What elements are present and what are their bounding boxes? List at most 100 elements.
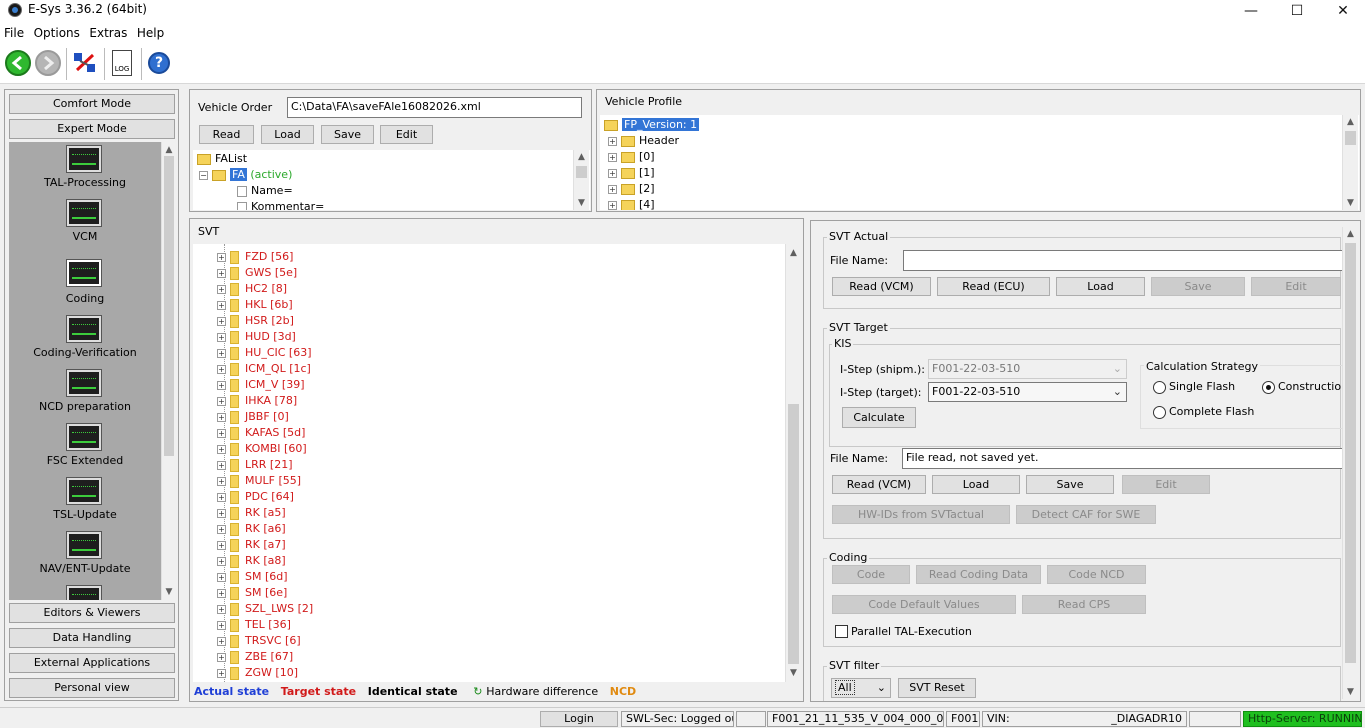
nav-next-item[interactable]	[9, 582, 161, 600]
comfort-mode-button[interactable]: Comfort Mode	[9, 94, 175, 114]
nav-tsl-update[interactable]: TSL-Update	[9, 474, 161, 528]
detect-caf-button[interactable]: Detect CAF for SWE	[1016, 505, 1156, 524]
log-icon[interactable]: LOG	[112, 50, 132, 76]
expand-icon[interactable]: +	[217, 428, 226, 438]
svt-ecu-row[interactable]: + FZD [56]	[217, 250, 293, 266]
menu-options[interactable]: Options	[30, 24, 80, 40]
svt-ecu-row[interactable]: + HC2 [8]	[217, 282, 287, 298]
expand-icon[interactable]: +	[217, 252, 226, 262]
data-handling-button[interactable]: Data Handling	[9, 628, 175, 648]
expand-icon[interactable]: +	[608, 168, 617, 178]
tree-node-0[interactable]: + [0]	[608, 150, 655, 166]
nav-scrollbar[interactable]: ▲ ▼	[161, 142, 176, 600]
complete-flash-radio[interactable]	[1153, 406, 1166, 419]
nav-vcm[interactable]: VCM	[9, 196, 161, 250]
menu-extras[interactable]: Extras	[85, 24, 127, 40]
expand-icon[interactable]: +	[217, 604, 226, 614]
actual-save-button[interactable]: Save	[1151, 277, 1245, 296]
connect-icon[interactable]	[72, 50, 98, 76]
svt-ecu-row[interactable]: + RK [a8]	[217, 554, 286, 570]
profile-scrollbar[interactable]: ▲ ▼	[1342, 115, 1358, 210]
collapse-icon[interactable]: −	[199, 170, 208, 180]
expand-icon[interactable]: +	[217, 540, 226, 550]
code-default-values-button[interactable]: Code Default Values	[832, 595, 1016, 614]
expand-icon[interactable]: +	[217, 588, 226, 598]
svt-ecu-row[interactable]: + SZL_LWS [2]	[217, 602, 313, 618]
svt-ecu-row[interactable]: + MULF [55]	[217, 474, 301, 490]
expand-icon[interactable]: +	[217, 300, 226, 310]
svt-ecu-row[interactable]: + ZBE [67]	[217, 650, 293, 666]
close-button[interactable]: ✕	[1320, 0, 1365, 24]
svt-ecu-row[interactable]: + ICM_QL [1c]	[217, 362, 311, 378]
personal-view-button[interactable]: Personal view	[9, 678, 175, 698]
vo-save-button[interactable]: Save	[321, 125, 374, 144]
expand-icon[interactable]: +	[217, 268, 226, 278]
expand-icon[interactable]: +	[217, 652, 226, 662]
nav-coding[interactable]: Coding	[9, 250, 161, 312]
back-icon[interactable]	[5, 50, 31, 76]
vo-load-button[interactable]: Load	[261, 125, 314, 144]
menu-file[interactable]: File	[0, 24, 24, 40]
svt-ecu-row[interactable]: + KAFAS [5d]	[217, 426, 305, 442]
tree-node-fp-version[interactable]: FP_Version: 1	[604, 118, 700, 134]
tree-node-header[interactable]: + Header	[608, 134, 679, 150]
expand-icon[interactable]: +	[217, 556, 226, 566]
svt-ecu-row[interactable]: + KOMBI [60]	[217, 442, 307, 458]
expand-icon[interactable]: +	[217, 332, 226, 342]
target-read-vcm-button[interactable]: Read (VCM)	[832, 475, 926, 494]
parallel-tal-checkbox[interactable]	[835, 625, 848, 638]
menu-help[interactable]: Help	[133, 24, 164, 40]
svt-ecu-row[interactable]: + TRSVC [6]	[217, 634, 301, 650]
expand-icon[interactable]: +	[217, 348, 226, 358]
svt-ecu-row[interactable]: + GWS [5e]	[217, 266, 297, 282]
maximize-button[interactable]: ☐	[1274, 0, 1320, 24]
tree-node-fa[interactable]: − FA (active)	[199, 168, 292, 184]
istep-target-select[interactable]: F001-22-03-510 ⌄	[928, 382, 1127, 402]
svt-ecu-row[interactable]: + SM [6e]	[217, 586, 287, 602]
expand-icon[interactable]: +	[608, 136, 617, 146]
read-coding-data-button[interactable]: Read Coding Data	[916, 565, 1041, 584]
tree-node-1[interactable]: + [1]	[608, 166, 655, 182]
svt-target-file-field[interactable]: File read, not saved yet.	[902, 448, 1343, 469]
svt-ecu-row[interactable]: + RK [a7]	[217, 538, 286, 554]
svt-ecu-row[interactable]: + PDC [64]	[217, 490, 294, 506]
editors-viewers-button[interactable]: Editors & Viewers	[9, 603, 175, 623]
svt-ecu-row[interactable]: + TEL [36]	[217, 618, 291, 634]
expand-icon[interactable]: +	[217, 380, 226, 390]
expand-icon[interactable]: +	[217, 412, 226, 422]
expand-icon[interactable]: +	[217, 460, 226, 470]
svt-ecu-row[interactable]: + HKL [6b]	[217, 298, 293, 314]
right-panel-scrollbar[interactable]: ▲ ▼	[1342, 227, 1358, 699]
code-ncd-button[interactable]: Code NCD	[1047, 565, 1146, 584]
svt-actual-file-field[interactable]	[903, 250, 1343, 271]
svt-filter-select[interactable]: All ⌄	[831, 678, 891, 698]
target-load-button[interactable]: Load	[932, 475, 1020, 494]
tree-node-2[interactable]: + [2]	[608, 182, 655, 198]
vehicle-profile-tree[interactable]: FP_Version: 1 + Header + [0] + [1] + [2] + [4…	[600, 115, 1359, 210]
code-button[interactable]: Code	[832, 565, 910, 584]
svt-ecu-row[interactable]: + RK [a6]	[217, 522, 286, 538]
expand-icon[interactable]: +	[217, 476, 226, 486]
expert-mode-button[interactable]: Expert Mode	[9, 119, 175, 139]
login-button[interactable]: Login	[540, 711, 618, 727]
nav-fsc-extended[interactable]: FSC Extended	[9, 420, 161, 474]
expand-icon[interactable]: +	[217, 524, 226, 534]
tree-node-kommentar[interactable]: Kommentar=	[237, 200, 324, 210]
actual-edit-button[interactable]: Edit	[1251, 277, 1341, 296]
vo-read-button[interactable]: Read	[199, 125, 254, 144]
expand-icon[interactable]: +	[608, 152, 617, 162]
svt-ecu-row[interactable]: + HUD [3d]	[217, 330, 296, 346]
nav-ncd-preparation[interactable]: NCD preparation	[9, 366, 161, 420]
expand-icon[interactable]: +	[608, 184, 617, 194]
expand-icon[interactable]: +	[217, 492, 226, 502]
svt-ecu-row[interactable]: + HU_CIC [63]	[217, 346, 312, 362]
vo-edit-button[interactable]: Edit	[380, 125, 433, 144]
construction-radio[interactable]	[1262, 381, 1275, 394]
actual-load-button[interactable]: Load	[1056, 277, 1145, 296]
forward-icon[interactable]	[35, 50, 61, 76]
actual-read-vcm-button[interactable]: Read (VCM)	[832, 277, 931, 296]
svt-ecu-row[interactable]: + JBBF [0]	[217, 410, 289, 426]
svt-ecu-row[interactable]: + IHKA [78]	[217, 394, 297, 410]
read-cps-button[interactable]: Read CPS	[1022, 595, 1146, 614]
tree-node-falist[interactable]: FAList	[197, 152, 247, 168]
